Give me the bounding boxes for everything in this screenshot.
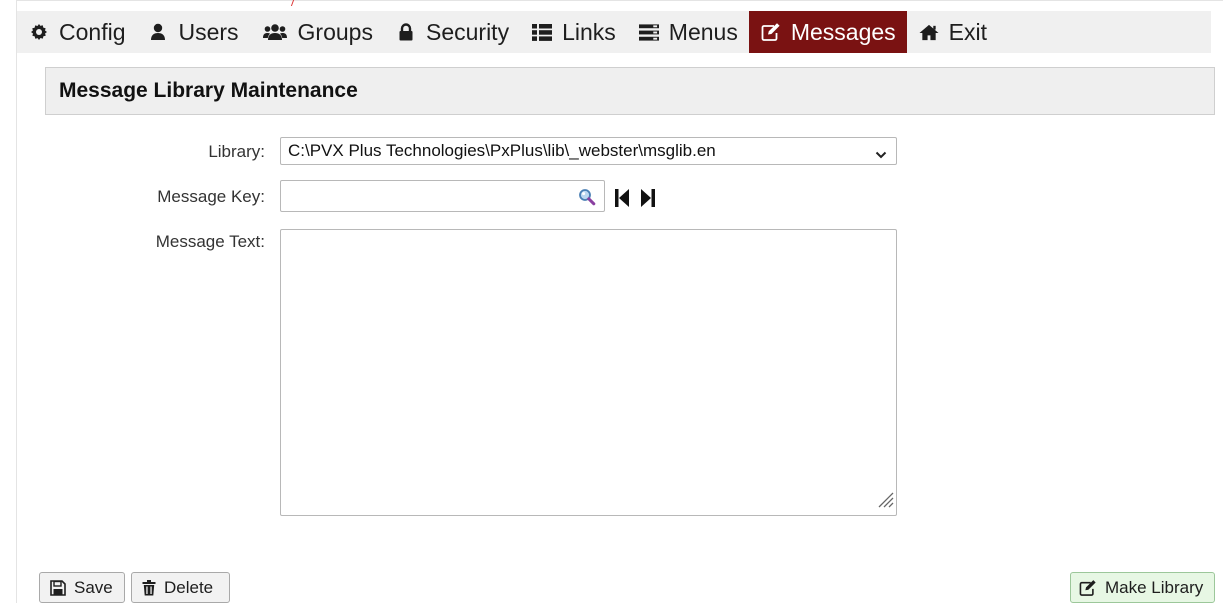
nav-config-label: Config [59,18,126,45]
search-icon[interactable] [578,188,596,211]
edit-icon [761,22,781,42]
nav-security-label: Security [425,18,510,45]
main-nav: Config Users Groups Security Links Menus [17,11,1211,53]
nav-groups[interactable]: Groups [250,11,384,53]
user-icon [148,22,168,42]
frame-top-border [16,0,1223,1]
nav-messages-label: Messages [790,18,896,45]
nav-menus[interactable]: Menus [627,11,749,53]
chevron-down-icon [875,145,887,165]
nav-messages[interactable]: Messages [748,11,907,53]
nav-exit[interactable]: Exit [907,11,998,53]
nav-users-label: Users [178,18,239,45]
resize-grip-icon[interactable] [874,488,894,513]
message-text-label: Message Text: [155,232,265,251]
message-key-label: Message Key: [157,187,265,206]
nav-config[interactable]: Config [17,11,136,53]
trash-icon [142,579,156,596]
page-title: Message Library Maintenance [59,79,358,102]
gear-icon [29,22,49,42]
nav-links[interactable]: Links [520,11,627,53]
home-icon [919,22,939,42]
nav-groups-label: Groups [297,18,373,45]
save-button-label: Save [74,577,113,597]
edit-icon [1079,579,1097,596]
frame-left-border [16,0,17,603]
nav-security[interactable]: Security [384,11,520,53]
nav-users[interactable]: Users [136,11,249,53]
message-text-area[interactable] [281,230,896,515]
last-record-icon[interactable] [640,188,656,213]
delete-button-label: Delete [164,577,214,597]
users-icon [262,22,288,42]
make-library-button-label: Make Library [1105,577,1204,597]
save-icon [50,579,66,596]
list-icon [532,22,553,42]
first-record-icon[interactable] [614,188,630,213]
nav-links-label: Links [562,18,616,45]
library-select[interactable]: C:\PVX Plus Technologies\PxPlus\lib\_web… [280,137,897,165]
save-button[interactable]: Save [39,572,125,603]
library-select-value: C:\PVX Plus Technologies\PxPlus\lib\_web… [288,141,716,160]
message-key-input[interactable] [281,181,583,209]
red-mark [290,0,298,6]
message-text-box [280,229,897,516]
message-key-field [280,180,605,212]
nav-menus-label: Menus [668,18,738,45]
delete-button[interactable]: Delete [131,572,230,603]
panel-header: Message Library Maintenance [45,67,1215,115]
library-label: Library: [208,142,265,161]
lock-icon [396,22,416,42]
make-library-button[interactable]: Make Library [1070,572,1215,603]
nav-exit-label: Exit [948,18,987,45]
menu-icon [638,22,659,42]
